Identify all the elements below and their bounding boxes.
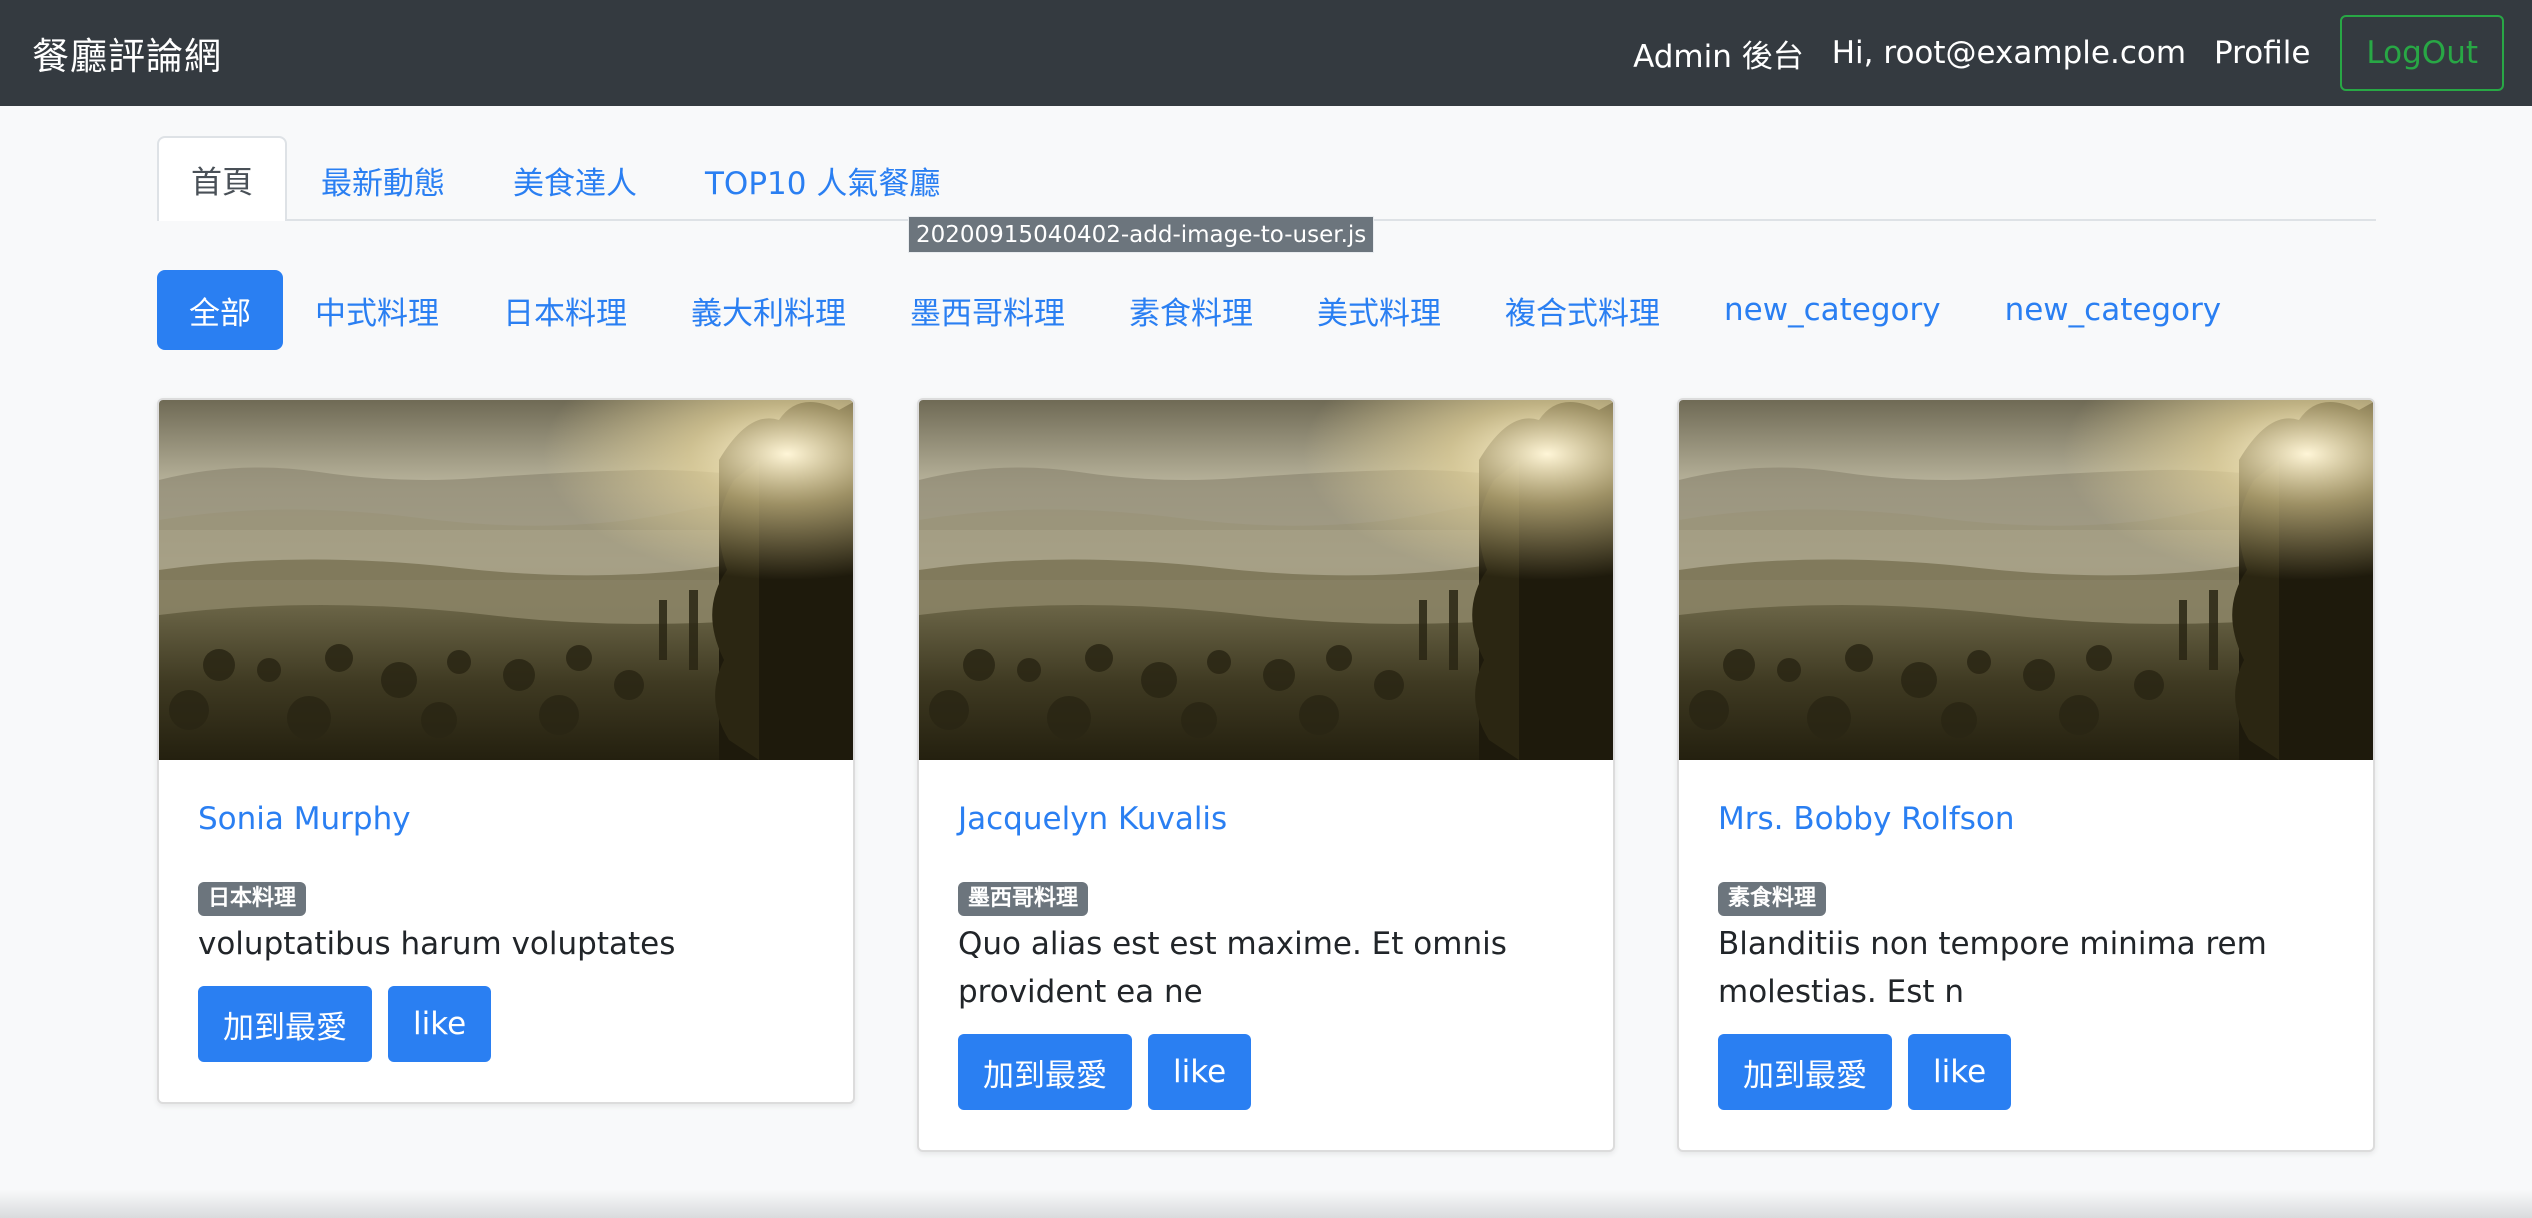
category-badge: 日本料理	[198, 882, 307, 916]
category-american[interactable]: 美式料理	[1285, 270, 1473, 350]
window-bottom-edge	[0, 1190, 2532, 1218]
main-tabs: 首頁 最新動態 美食達人 TOP10 人氣餐廳	[157, 136, 2376, 221]
restaurant-name-link[interactable]: Mrs. Bobby Rolfson	[1718, 800, 2334, 838]
tab-top10[interactable]: TOP10 人氣餐廳	[671, 138, 974, 221]
user-greeting[interactable]: Hi, root@example.com	[1832, 35, 2186, 71]
category-fusion[interactable]: 複合式料理	[1473, 270, 1692, 350]
file-tooltip: 20200915040402-add-image-to-user.js	[908, 216, 1375, 253]
tab-home[interactable]: 首頁	[157, 136, 287, 221]
add-favorite-button[interactable]: 加到最愛	[958, 1034, 1132, 1110]
tab-food-experts[interactable]: 美食達人	[479, 138, 671, 221]
card-body: Sonia Murphy 日本料理 voluptatibus harum vol…	[159, 760, 853, 1102]
restaurant-description: Quo alias est est maxime. Et omnis provi…	[958, 926, 1507, 1010]
restaurant-card: Mrs. Bobby Rolfson 素食料理 Blanditiis non t…	[1677, 398, 2375, 1152]
profile-link[interactable]: Profile	[2214, 35, 2310, 71]
category-pills: 全部 中式料理 日本料理 義大利料理 墨西哥料理 素食料理 美式料理 複合式料理…	[157, 270, 2253, 350]
category-badge: 墨西哥料理	[958, 882, 1089, 916]
category-vegetarian[interactable]: 素食料理	[1097, 270, 1285, 350]
top-navbar: 餐廳評論網 Admin 後台 Hi, root@example.com Prof…	[0, 0, 2532, 106]
add-favorite-button[interactable]: 加到最愛	[1718, 1034, 1892, 1110]
category-new-2[interactable]: new_category	[1973, 270, 2254, 350]
restaurant-description: Blanditiis non tempore minima rem molest…	[1718, 926, 2267, 1010]
like-button[interactable]: like	[388, 986, 492, 1062]
restaurant-card: Sonia Murphy 日本料理 voluptatibus harum vol…	[157, 398, 855, 1104]
card-actions: 加到最愛 like	[958, 1034, 1574, 1110]
restaurant-name-link[interactable]: Jacquelyn Kuvalis	[958, 800, 1574, 838]
category-all[interactable]: 全部	[157, 270, 283, 350]
restaurant-image[interactable]	[1679, 400, 2373, 760]
category-italian[interactable]: 義大利料理	[659, 270, 878, 350]
like-button[interactable]: like	[1908, 1034, 2012, 1110]
navbar-right: Admin 後台 Hi, root@example.com Profile Lo…	[1633, 15, 2504, 91]
card-actions: 加到最愛 like	[1718, 1034, 2334, 1110]
restaurant-name-link[interactable]: Sonia Murphy	[198, 800, 814, 838]
admin-link[interactable]: Admin 後台	[1633, 31, 1804, 76]
card-actions: 加到最愛 like	[198, 986, 814, 1062]
category-mexican[interactable]: 墨西哥料理	[878, 270, 1097, 350]
category-japanese[interactable]: 日本料理	[471, 270, 659, 350]
restaurant-description: voluptatibus harum voluptates	[198, 926, 676, 962]
category-new-1[interactable]: new_category	[1692, 270, 1973, 350]
restaurant-image[interactable]	[159, 400, 853, 760]
restaurant-card: Jacquelyn Kuvalis 墨西哥料理 Quo alias est es…	[917, 398, 1615, 1152]
category-chinese[interactable]: 中式料理	[283, 270, 471, 350]
tab-latest-feeds[interactable]: 最新動態	[287, 138, 479, 221]
add-favorite-button[interactable]: 加到最愛	[198, 986, 372, 1062]
like-button[interactable]: like	[1148, 1034, 1252, 1110]
logout-button[interactable]: LogOut	[2340, 15, 2504, 91]
card-body: Jacquelyn Kuvalis 墨西哥料理 Quo alias est es…	[919, 760, 1613, 1150]
card-body: Mrs. Bobby Rolfson 素食料理 Blanditiis non t…	[1679, 760, 2373, 1150]
restaurant-image[interactable]	[919, 400, 1613, 760]
brand-logo[interactable]: 餐廳評論網	[32, 26, 222, 80]
category-badge: 素食料理	[1718, 882, 1827, 916]
